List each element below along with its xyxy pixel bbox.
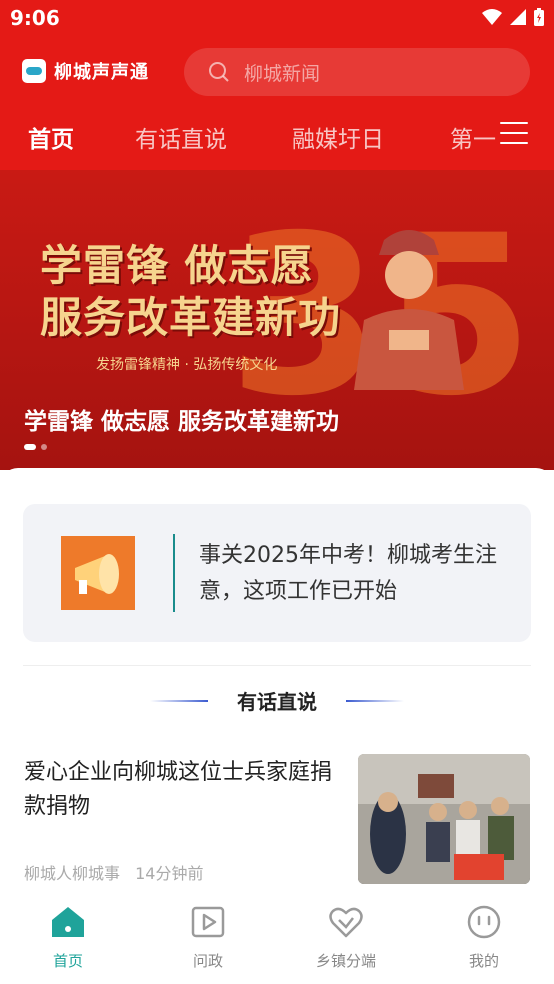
- play-square-icon: [191, 906, 225, 938]
- banner-caption: 学雷锋 做志愿 服务改革建新功: [24, 409, 340, 435]
- nav-mine-label: 我的: [468, 952, 499, 970]
- tab-media-market[interactable]: 融媒圩日: [292, 120, 384, 154]
- tab-first[interactable]: 第一: [450, 120, 496, 154]
- status-bar: 9:06: [0, 0, 554, 40]
- battery-icon: [534, 8, 544, 26]
- app-name: 柳城声声通: [54, 62, 149, 83]
- signal-icon: [510, 9, 526, 25]
- search-placeholder: 柳城新闻: [244, 62, 321, 85]
- nav-township[interactable]: 乡镇分端: [296, 904, 396, 971]
- section-title: 有话直说: [237, 690, 317, 714]
- notice-text: 事关2025年中考！柳城考生注意，这项工作已开始: [199, 543, 497, 604]
- nav-township-label: 乡镇分端: [315, 952, 376, 970]
- tab-home[interactable]: 首页: [28, 120, 74, 154]
- news-thumbnail: [358, 754, 530, 884]
- hero-banner[interactable]: 35 学雷锋 做志愿 服务改革建新功 发扬雷锋精神 · 弘扬传统文化 学雷锋 做…: [0, 170, 554, 470]
- divider: [23, 665, 531, 666]
- notice-divider: [173, 534, 175, 612]
- banner-headline-line2: 服务改革建新功: [40, 293, 342, 342]
- section-header: 有话直说: [0, 684, 554, 724]
- section-line-right: [346, 700, 404, 702]
- news-item[interactable]: 爱心企业向柳城这位士兵家庭捐款捐物 柳城人柳城事 14分钟前: [0, 754, 554, 884]
- app-logo[interactable]: 柳城声声通: [22, 58, 149, 84]
- notice-card[interactable]: 事关2025年中考！柳城考生注意，这项工作已开始: [23, 504, 531, 642]
- tab-speak-freely[interactable]: 有话直说: [135, 120, 227, 154]
- heart-link-icon: [329, 907, 363, 938]
- home-icon: [52, 907, 84, 937]
- nav-home[interactable]: 首页: [18, 904, 118, 971]
- pager-dot-active: [24, 444, 36, 450]
- megaphone-icon: [61, 536, 135, 610]
- soldier-figure-icon: [354, 230, 464, 390]
- banner-headline: 学雷锋 做志愿 服务改革建新功: [40, 240, 341, 344]
- logo-mark-icon: [22, 59, 46, 83]
- news-source: 柳城人柳城事: [24, 864, 121, 883]
- banner-subline: 发扬雷锋精神 · 弘扬传统文化: [96, 357, 278, 373]
- wifi-icon: [482, 9, 502, 25]
- bottom-nav: 首页 问政 乡镇分端 我的: [0, 888, 554, 984]
- status-icons: [482, 8, 544, 26]
- channel-menu-icon[interactable]: [500, 122, 528, 146]
- smiley-icon: [467, 905, 501, 939]
- news-time: 14分钟前: [135, 864, 204, 883]
- news-meta: 柳城人柳城事 14分钟前: [24, 860, 203, 884]
- nav-home-label: 首页: [52, 952, 83, 970]
- news-title: 爱心企业向柳城这位士兵家庭捐款捐物: [24, 760, 333, 819]
- nav-inquiry-label: 问政: [192, 952, 223, 970]
- top-header: 9:06 柳城声声通 柳城新闻 首页 有话直说 融媒圩日 第一 35: [0, 0, 554, 470]
- status-time: 9:06: [10, 6, 60, 30]
- search-bar[interactable]: 柳城新闻: [184, 48, 530, 96]
- search-icon: [209, 62, 229, 82]
- pager-dot: [41, 444, 47, 450]
- nav-inquiry[interactable]: 问政: [158, 904, 258, 971]
- nav-mine[interactable]: 我的: [434, 904, 534, 971]
- channel-tabs: 首页 有话直说 融媒圩日 第一: [0, 112, 554, 162]
- banner-pager: [24, 444, 47, 450]
- app-bar: 柳城声声通 柳城新闻: [0, 44, 554, 98]
- section-line-left: [150, 700, 208, 702]
- banner-headline-line1: 学雷锋 做志愿: [40, 241, 314, 290]
